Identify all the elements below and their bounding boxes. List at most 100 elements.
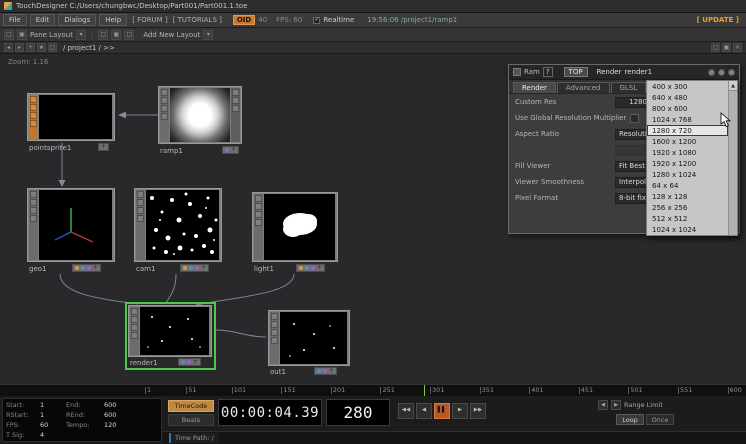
param-label[interactable]: Custom Res — [515, 98, 611, 106]
pane-grid-icon[interactable]: ▣ — [17, 30, 27, 40]
flag-dot-blue[interactable] — [317, 369, 321, 373]
output-connector-icon[interactable] — [232, 89, 239, 96]
display-icon[interactable] — [161, 97, 168, 104]
add-flag-icon[interactable]: + — [201, 265, 206, 271]
node-flags[interactable]: + — [222, 146, 239, 154]
pane-layout-label[interactable]: Pane Layout — [30, 31, 73, 39]
param-label[interactable]: Pixel Format — [515, 194, 611, 202]
display-icon[interactable] — [131, 316, 138, 323]
oid-badge[interactable]: OID — [233, 15, 255, 25]
viewer-active-icon[interactable] — [255, 195, 262, 202]
lock-icon[interactable] — [271, 337, 278, 344]
info-value[interactable]: 120 — [104, 421, 158, 429]
pane-layout-caret-icon[interactable]: ▾ — [76, 30, 86, 40]
node-light1[interactable] — [252, 192, 338, 262]
node-flags[interactable]: + — [180, 264, 209, 272]
info-value[interactable]: 4 — [40, 431, 66, 439]
node-flags[interactable]: + — [178, 358, 201, 366]
menu-help[interactable]: Help — [99, 14, 127, 26]
resolution-option[interactable]: 1920 x 1200 — [647, 158, 728, 169]
flag-dot-blue[interactable] — [181, 360, 185, 364]
node-viewer[interactable] — [280, 312, 347, 364]
node-viewer[interactable] — [146, 190, 219, 260]
node-viewer[interactable] — [39, 190, 112, 260]
pane-close-icon[interactable]: × — [733, 43, 742, 52]
nav-forward-icon[interactable]: ▸ — [15, 43, 24, 52]
node-viewer[interactable] — [140, 307, 209, 355]
menu-dialogs[interactable]: Dialogs — [58, 14, 96, 26]
tab-advanced[interactable]: Advanced — [557, 82, 610, 93]
add-flag-icon[interactable]: + — [93, 265, 98, 271]
tab-glsl[interactable]: GLSL — [611, 82, 647, 93]
node-pointsprite1[interactable] — [27, 93, 115, 141]
info-value[interactable]: 60 — [40, 421, 66, 429]
pane-split-icon[interactable]: □ — [4, 30, 14, 40]
node-flags[interactable]: + — [72, 264, 101, 272]
resolution-option[interactable]: 640 x 480 — [647, 92, 728, 103]
lock-icon[interactable] — [30, 215, 37, 222]
viewer-active-icon[interactable] — [161, 89, 168, 96]
resolution-dropdown[interactable]: 400 x 300 640 x 480 800 x 600 1024 x 768… — [646, 80, 738, 236]
info-value[interactable] — [104, 431, 158, 439]
add-flag-icon[interactable]: + — [193, 359, 198, 365]
play-reverse-button[interactable]: ◀ — [416, 403, 432, 419]
scroll-up-icon[interactable]: ▲ — [729, 81, 737, 91]
step-back-button[interactable]: ◀◀ — [398, 403, 414, 419]
add-flag-icon[interactable]: + — [231, 147, 236, 153]
comment-icon[interactable] — [708, 69, 715, 76]
lock-icon[interactable] — [131, 332, 138, 339]
resolution-option[interactable]: 1920 x 1080 — [647, 147, 728, 158]
gear-icon[interactable] — [728, 69, 735, 76]
viewer-active-icon[interactable] — [271, 313, 278, 320]
resolution-option[interactable]: 1600 x 1200 — [647, 136, 728, 147]
flag-dot-purple[interactable] — [187, 360, 191, 364]
node-viewer[interactable] — [39, 95, 112, 139]
viewer-active-icon[interactable] — [30, 191, 37, 198]
flag-dot-blue[interactable] — [305, 266, 309, 270]
bypass-icon[interactable] — [137, 207, 144, 214]
timeline-info-panel[interactable]: Start: 1 End: 600 RStart: 1 REnd: 600 FP… — [2, 398, 162, 442]
add-flag-icon[interactable]: + — [329, 368, 334, 374]
play-button[interactable]: ▶ — [452, 403, 468, 419]
pause-button[interactable]: ▌▌ — [434, 403, 450, 419]
bookmark-star-icon[interactable]: ★ — [37, 43, 46, 52]
viewer-active-icon[interactable] — [30, 96, 37, 103]
update-button[interactable]: [ UPDATE ] — [697, 16, 743, 24]
menu-file[interactable]: File — [3, 14, 27, 26]
help-icon[interactable]: ? — [543, 67, 553, 77]
bypass-icon[interactable] — [271, 329, 278, 336]
top-flag-dot[interactable] — [225, 148, 229, 152]
loop-button[interactable]: Loop — [616, 414, 644, 425]
language-icon[interactable] — [718, 69, 725, 76]
display-icon[interactable] — [271, 321, 278, 328]
node-render1[interactable] — [128, 305, 212, 357]
range-right-icon[interactable]: ▶ — [611, 400, 621, 410]
pane-maximize-icon[interactable]: □ — [711, 43, 720, 52]
flag-dot-orange[interactable] — [75, 266, 79, 270]
param-label[interactable]: Use Global Resolution Multiplier — [515, 114, 626, 122]
timecode-button[interactable]: TimeCode — [168, 400, 214, 412]
resolution-option[interactable]: 256 x 256 — [647, 202, 728, 213]
resolution-option[interactable]: 800 x 600 — [647, 103, 728, 114]
layout-3-icon[interactable]: □ — [124, 30, 134, 40]
output-connector-icon[interactable] — [232, 105, 239, 112]
fps-label[interactable]: FPS: 60 — [276, 16, 302, 24]
resolution-option-selected[interactable]: 1280 x 720 — [647, 125, 728, 136]
realtime-checkbox[interactable]: ✓ — [313, 17, 320, 24]
flag-dot-orange[interactable] — [183, 266, 187, 270]
lock-icon[interactable] — [30, 120, 37, 127]
add-new-layout-label[interactable]: Add New Layout — [143, 31, 200, 39]
viewer-active-icon[interactable] — [131, 308, 138, 315]
resolution-option[interactable]: 128 x 128 — [647, 191, 728, 202]
display-icon[interactable] — [137, 199, 144, 206]
lock-icon[interactable] — [255, 219, 262, 226]
param-label[interactable]: Aspect Ratio — [515, 130, 611, 138]
step-forward-button[interactable]: ▶▶ — [470, 403, 486, 419]
add-flag-icon[interactable]: + — [101, 144, 106, 150]
lock-icon[interactable] — [161, 113, 168, 120]
param-label[interactable]: Viewer Smoothness — [515, 178, 611, 186]
info-value[interactable]: 600 — [104, 411, 158, 419]
node-flags[interactable]: + — [98, 143, 109, 151]
info-value[interactable]: 1 — [40, 411, 66, 419]
parameter-dialog-header[interactable]: Ram ? TOP Render render1 — [509, 65, 739, 80]
